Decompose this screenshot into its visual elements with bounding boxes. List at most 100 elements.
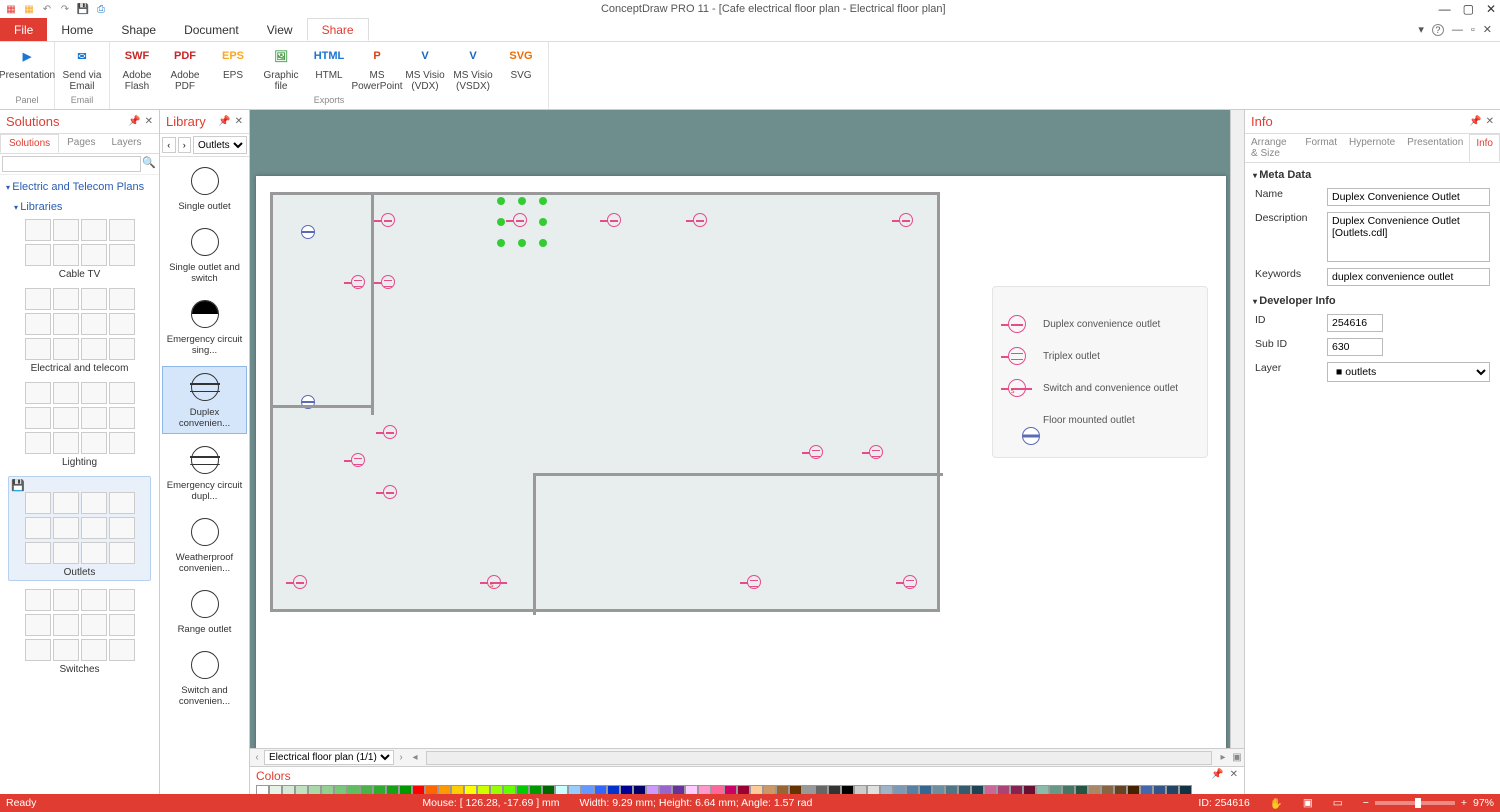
outlet-symbol[interactable] [693, 213, 709, 229]
qat-icon[interactable]: ▦ [22, 2, 36, 16]
library-group[interactable]: Electrical and telecom [8, 288, 151, 374]
presentation-btn[interactable]: ▶Presentation [6, 44, 48, 81]
doc-close-button[interactable]: ✕ [1483, 23, 1492, 36]
pin-icon[interactable]: 📌 [1211, 769, 1223, 783]
tab-home[interactable]: Home [47, 18, 107, 41]
section-meta-data[interactable]: Meta Data [1245, 163, 1500, 185]
undo-icon[interactable]: ↶ [40, 2, 54, 16]
subtab-pages[interactable]: Pages [59, 134, 103, 153]
outlet-symbol[interactable] [899, 213, 915, 229]
info-tab[interactable]: Info [1469, 134, 1500, 162]
layer-select[interactable]: ■ outlets [1327, 362, 1490, 382]
tab-scroll-right[interactable]: › [394, 752, 408, 763]
outlet-symbol[interactable] [903, 575, 919, 591]
search-icon[interactable]: 🔍 [141, 156, 157, 172]
library-group[interactable]: 💾Outlets [8, 476, 151, 581]
outlet-symbol[interactable] [351, 453, 367, 469]
tab-shape[interactable]: Shape [107, 18, 170, 41]
svg-btn[interactable]: SVGSVG [500, 44, 542, 81]
close-button[interactable]: ✕ [1486, 2, 1496, 16]
library-item[interactable]: Emergency circuit dupl... [162, 440, 247, 506]
description-field[interactable] [1327, 212, 1490, 262]
outlet-symbol[interactable] [383, 485, 399, 501]
help-dropdown[interactable]: ▾ [1418, 23, 1424, 36]
pin-icon[interactable]: 📌 [1469, 116, 1481, 127]
hand-tool-icon[interactable]: ✋ [1270, 797, 1283, 810]
redo-icon[interactable]: ↷ [58, 2, 72, 16]
doc-minimize-button[interactable]: — [1452, 24, 1463, 36]
section-developer-info[interactable]: Developer Info [1245, 289, 1500, 311]
outlet-symbol[interactable] [809, 445, 825, 461]
tab-share[interactable]: Share [307, 18, 369, 41]
outlet-symbol[interactable] [747, 575, 763, 591]
tab-scroll-left[interactable]: ‹ [250, 752, 264, 763]
outlet-symbol[interactable] [381, 213, 397, 229]
library-item[interactable]: Single outlet and switch [162, 222, 247, 288]
outlet-symbol[interactable] [381, 275, 397, 291]
outlet-symbol[interactable] [287, 209, 303, 225]
minimize-button[interactable]: — [1439, 2, 1451, 16]
tree-subcategory[interactable]: Libraries [0, 195, 159, 215]
outlet-symbol[interactable] [287, 379, 303, 395]
qat-icon[interactable]: ▦ [4, 2, 18, 16]
saveas-icon[interactable]: ⎙ [94, 2, 108, 16]
eps-btn[interactable]: EPSEPS [212, 44, 254, 81]
info-tab[interactable]: Format [1299, 134, 1343, 162]
pin-icon[interactable]: 📌 [128, 116, 140, 127]
outlet-symbol[interactable] [513, 213, 529, 229]
close-icon[interactable]: ✕ [235, 116, 243, 127]
hscroll-left[interactable]: ◂ [408, 752, 422, 763]
library-group[interactable]: Lighting [8, 382, 151, 468]
save-library-icon[interactable]: 💾 [11, 479, 148, 492]
library-dropdown[interactable]: Outlets [193, 136, 247, 154]
subtab-solutions[interactable]: Solutions [0, 134, 59, 153]
graphic-file-btn[interactable]: 🖼Graphic file [260, 44, 302, 92]
maximize-button[interactable]: ▢ [1463, 2, 1474, 16]
close-icon[interactable]: ✕ [1486, 116, 1494, 127]
tab-view[interactable]: View [253, 18, 307, 41]
canvas[interactable]: Duplex convenience outletTriplex outletS… [250, 110, 1244, 748]
nav-forward-button[interactable]: › [178, 137, 192, 153]
library-item[interactable]: Range outlet [162, 584, 247, 639]
adobe-flash-btn[interactable]: SWFAdobe Flash [116, 44, 158, 92]
html-btn[interactable]: HTMLHTML [308, 44, 350, 81]
tab-file[interactable]: File [0, 18, 47, 41]
outlet-symbol[interactable] [351, 275, 367, 291]
library-item[interactable]: Duplex convenien... [162, 366, 247, 434]
tab-document[interactable]: Document [170, 18, 253, 41]
fit-width-icon[interactable]: ▭ [1333, 797, 1343, 809]
close-icon[interactable]: ✕ [145, 116, 153, 127]
page-menu[interactable]: ▣ [1230, 752, 1244, 763]
zoom-out-button[interactable]: − [1363, 797, 1369, 809]
search-input[interactable] [2, 156, 141, 172]
outlet-symbol[interactable] [607, 213, 623, 229]
subid-field[interactable] [1327, 338, 1383, 356]
library-item[interactable]: Switch and convenien... [162, 645, 247, 711]
zoom-slider[interactable] [1375, 801, 1455, 805]
send-email-btn[interactable]: ✉Send via Email [61, 44, 103, 92]
info-tab[interactable]: Arrange & Size [1245, 134, 1299, 162]
library-item[interactable]: Weatherproof convenien... [162, 512, 247, 578]
pin-icon[interactable]: 📌 [218, 116, 230, 127]
fit-page-icon[interactable]: ▣ [1303, 797, 1313, 809]
library-item[interactable]: Single outlet [162, 161, 247, 216]
hscroll-right[interactable]: ▸ [1216, 752, 1230, 763]
zoom-in-button[interactable]: + [1461, 797, 1467, 809]
nav-back-button[interactable]: ‹ [162, 137, 176, 153]
tree-category[interactable]: Electric and Telecom Plans [0, 175, 159, 195]
doc-maximize-button[interactable]: ▫ [1471, 24, 1475, 36]
keywords-field[interactable] [1327, 268, 1490, 286]
outlet-symbol[interactable] [487, 575, 503, 591]
horizontal-scrollbar[interactable] [426, 751, 1212, 765]
info-tab[interactable]: Hypernote [1343, 134, 1401, 162]
save-icon[interactable]: 💾 [76, 2, 90, 16]
page-selector[interactable]: Electrical floor plan (1/1) [264, 750, 394, 765]
subtab-layers[interactable]: Layers [104, 134, 150, 153]
outlet-symbol[interactable] [869, 445, 885, 461]
name-field[interactable] [1327, 188, 1490, 206]
library-item[interactable]: Emergency circuit sing... [162, 294, 247, 360]
outlet-symbol[interactable] [293, 575, 309, 591]
adobe-pdf-btn[interactable]: PDFAdobe PDF [164, 44, 206, 92]
library-group[interactable]: Switches [8, 589, 151, 675]
help-icon[interactable]: ? [1432, 24, 1444, 36]
